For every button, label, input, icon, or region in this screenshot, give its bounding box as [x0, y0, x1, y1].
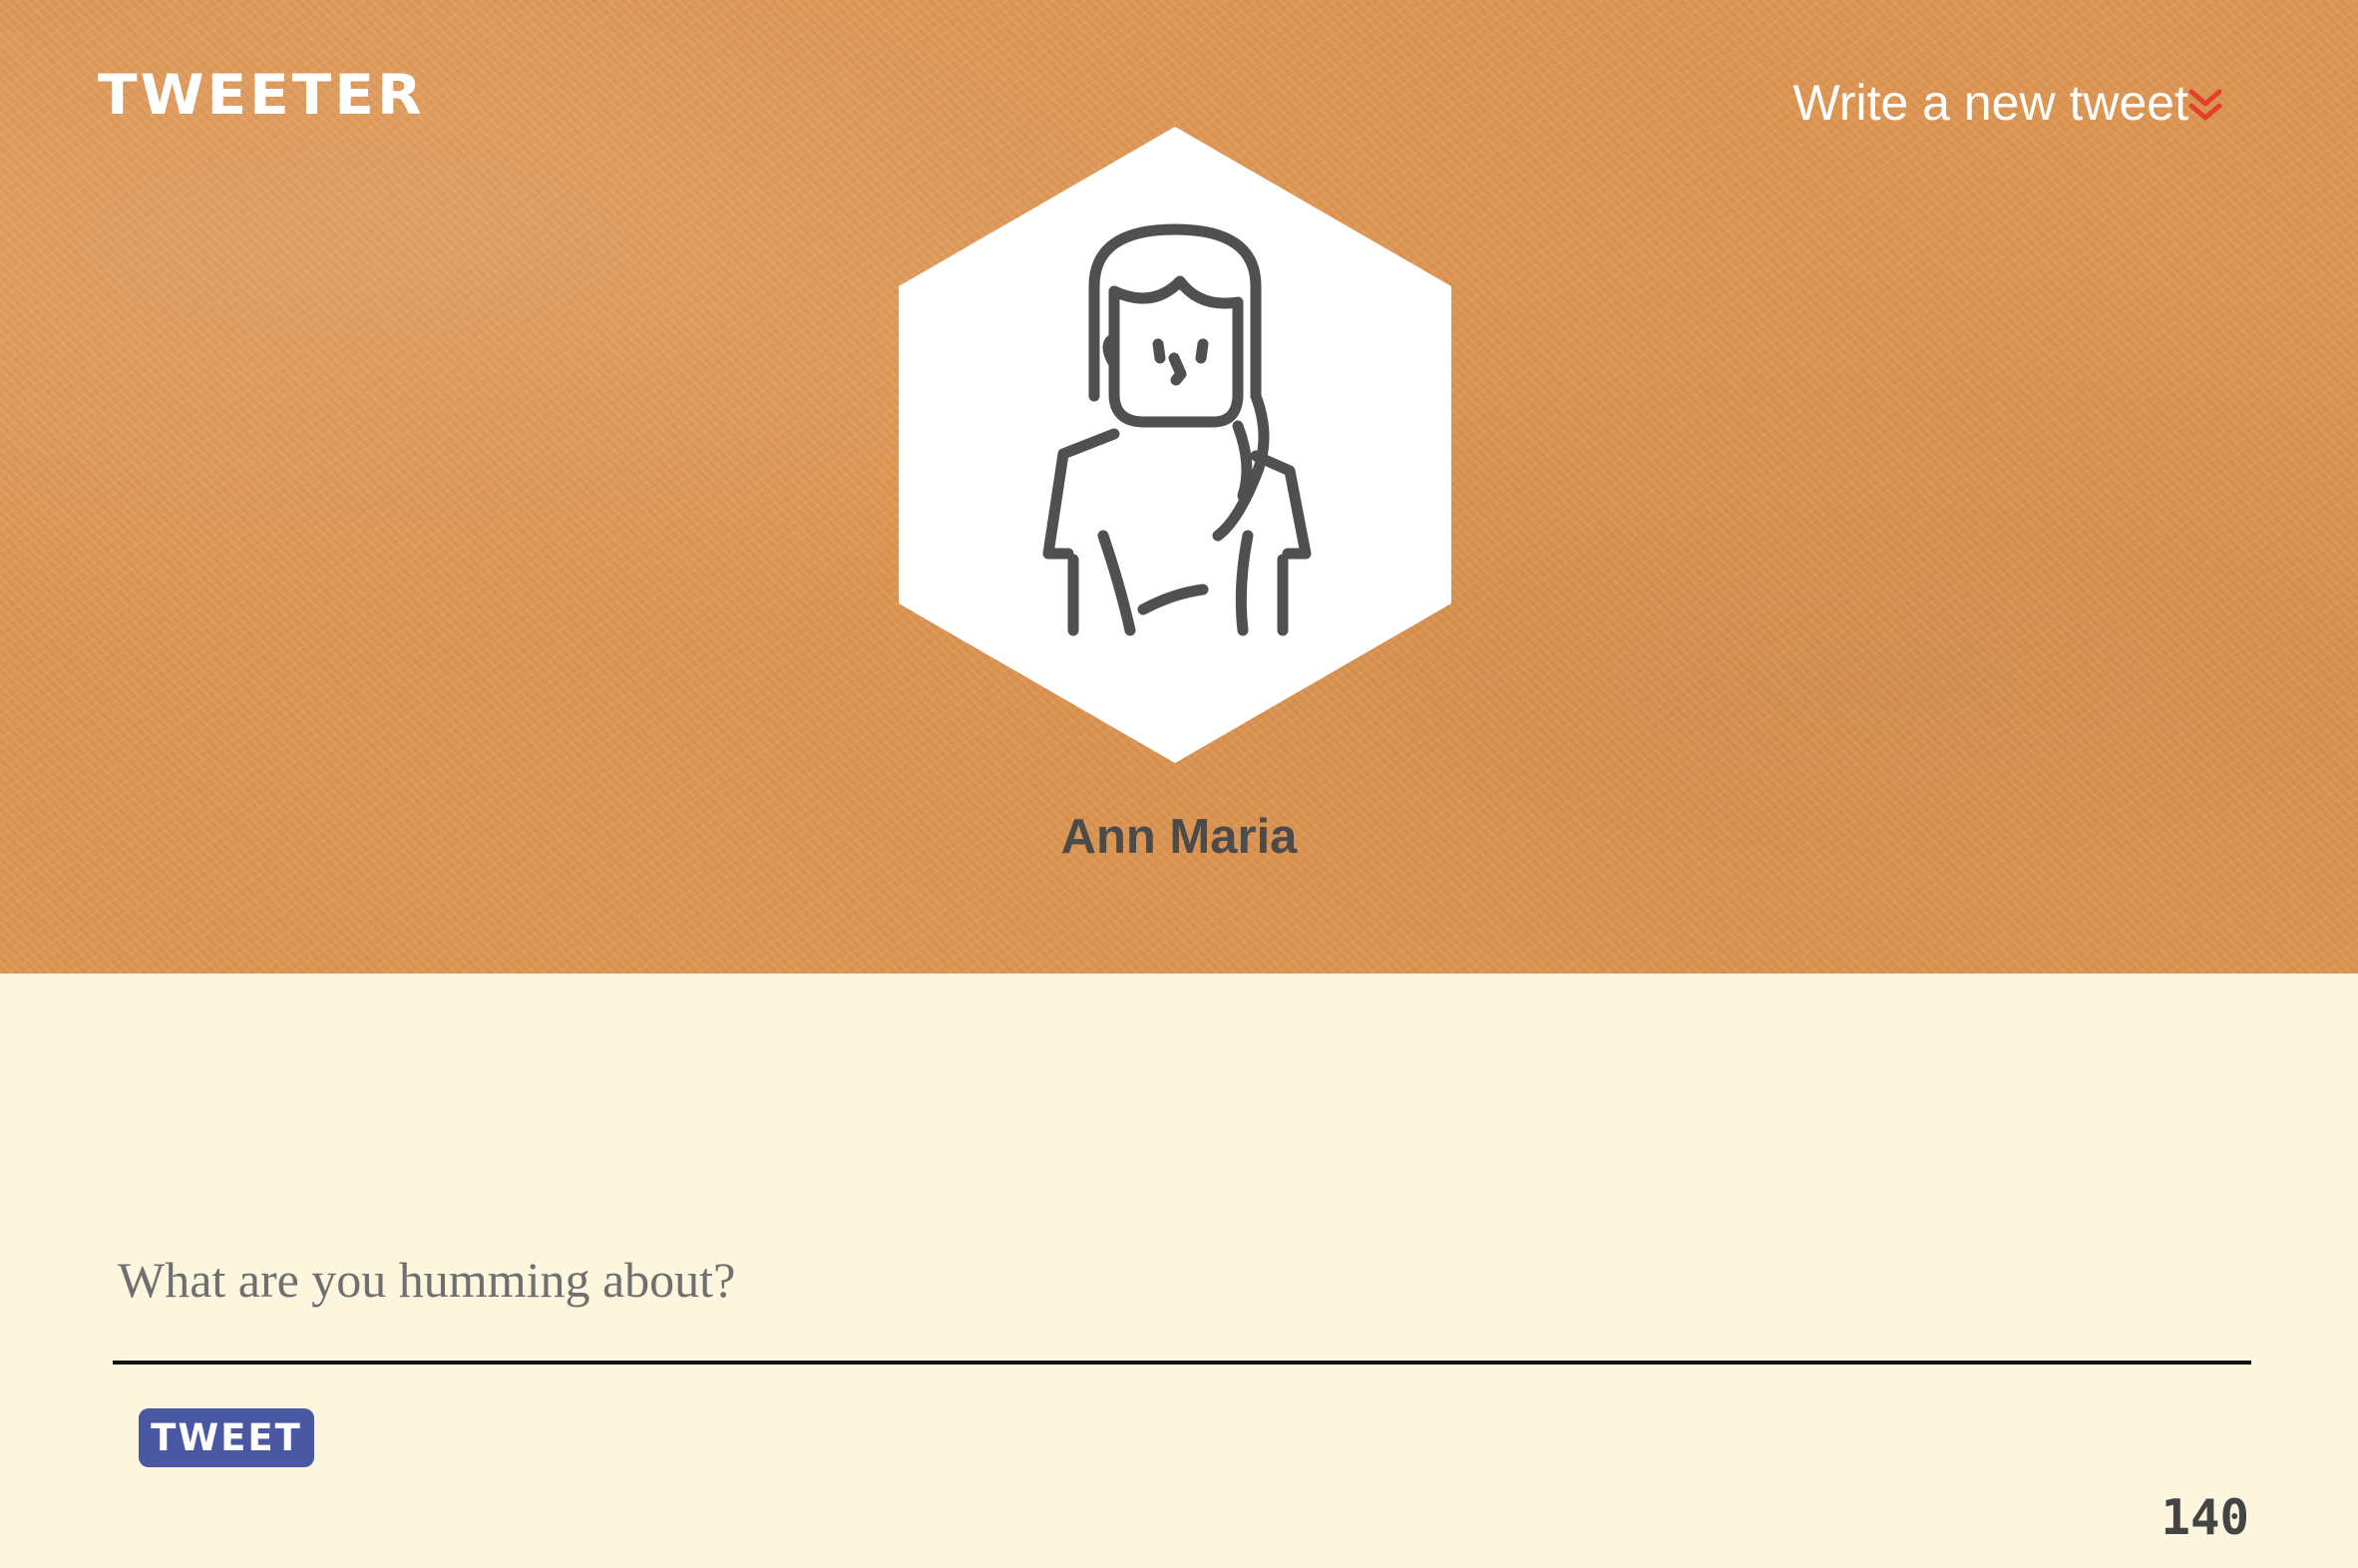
tweet-button[interactable]: TWEET	[139, 1408, 314, 1467]
char-counter: 140	[2161, 1489, 2249, 1546]
write-new-tweet-label: Write a new tweet	[1792, 75, 2188, 131]
profile-name: Ann Maria	[1060, 810, 1298, 864]
tweet-input[interactable]	[113, 1235, 2251, 1365]
double-chevron-down-icon	[2188, 82, 2222, 132]
avatar-hexagon	[899, 127, 1451, 763]
profile-header: TWEETER Write a new tweet Ann Maria	[0, 0, 2358, 974]
tweet-composer	[113, 1235, 2251, 1365]
write-new-tweet-toggle[interactable]: Write a new tweet	[1793, 74, 2222, 132]
avatar	[899, 127, 1451, 763]
brand-logo[interactable]: TWEETER	[98, 67, 425, 122]
